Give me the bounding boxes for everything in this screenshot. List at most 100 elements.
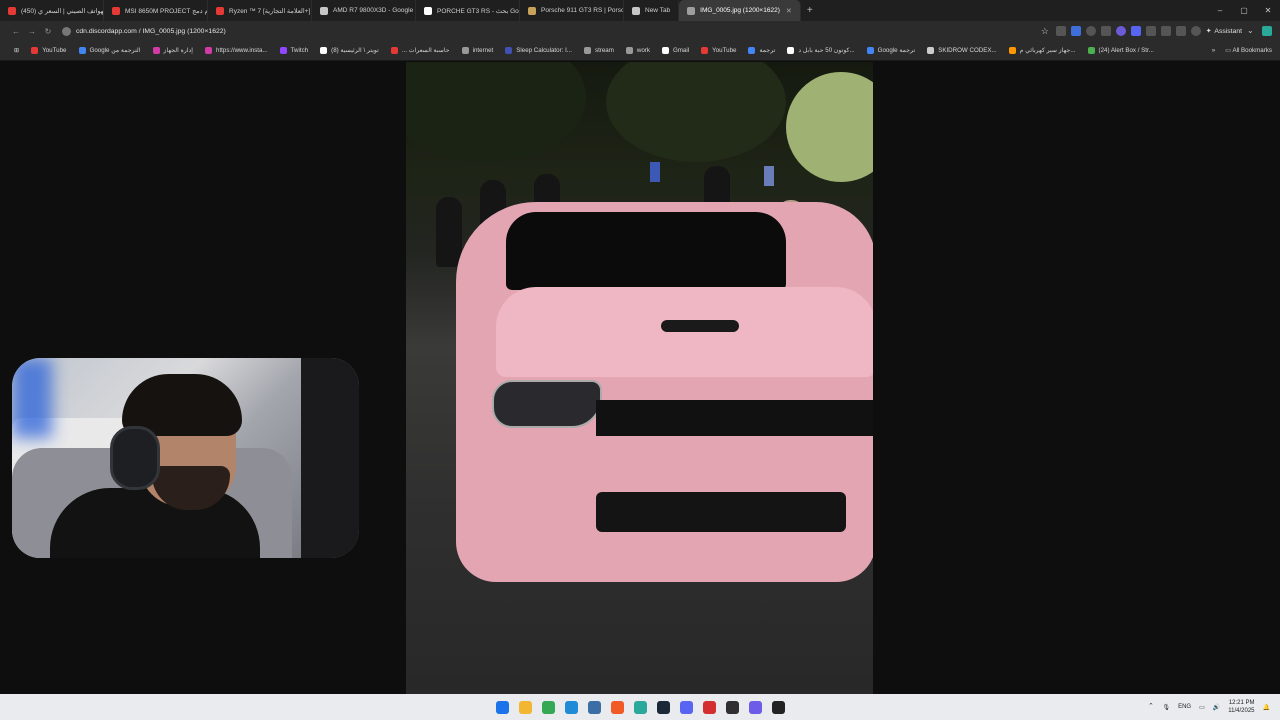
edge-icon[interactable] [564, 700, 578, 714]
address-bar[interactable]: cdn.discordapp.com / IMG_0005.jpg (1200×… [62, 26, 226, 36]
back-button[interactable]: ← [8, 27, 24, 36]
bookmark-item[interactable]: Sleep Calculator: I... [499, 47, 578, 54]
tray-chevron-icon[interactable]: ⌃ [1148, 694, 1154, 720]
bookmark-item[interactable]: Google ترجمة [861, 47, 922, 54]
reading-list-icon[interactable] [1175, 26, 1186, 36]
bookmark-item[interactable]: ترجمة [742, 47, 781, 54]
game-icon[interactable] [748, 700, 762, 714]
bookmark-item[interactable]: SKIDROW CODEX... [921, 47, 1002, 54]
reload-button[interactable]: ↻ [40, 27, 56, 36]
webcam-person-body [50, 488, 260, 558]
site-info-icon[interactable] [62, 26, 71, 36]
bookmark-item[interactable]: إدارة الجهاز [147, 47, 199, 54]
minimize-button[interactable]: – [1208, 0, 1232, 21]
browser-tab[interactable]: Ryzen ™ 7 [العلامة التجارية+] [208, 0, 312, 21]
bookmark-item[interactable]: YouTube [25, 47, 72, 54]
extension-purple-icon[interactable] [1115, 26, 1126, 36]
windows-start-icon[interactable] [495, 700, 509, 714]
apps-grid-icon[interactable]: ⊞ [8, 47, 25, 54]
bookmark-favicon-icon [1008, 47, 1016, 54]
bookmark-item[interactable]: work [620, 47, 656, 54]
bookmark-item[interactable]: YouTube [695, 47, 742, 54]
chevron-down-icon[interactable]: ⌄ [1247, 26, 1257, 36]
extension-discord-icon[interactable] [1130, 26, 1141, 36]
forward-button[interactable]: → [24, 27, 40, 36]
assistant-button[interactable]: ✦ Assistant [1206, 27, 1242, 36]
discord-icon[interactable] [679, 700, 693, 714]
bookmark-favicon-icon [461, 47, 469, 54]
bookmark-item[interactable]: Twitch [274, 47, 315, 54]
file-explorer-icon[interactable] [518, 700, 532, 714]
clock-date: 11/4/2025 [1228, 708, 1255, 714]
bookmark-item[interactable]: Google الترجمة من [73, 47, 147, 54]
car-photo[interactable] [406, 62, 873, 694]
clock[interactable]: 12:21 PM 11/4/2025 [1228, 699, 1254, 715]
bookmark-label: internet [472, 47, 494, 54]
system-tray: 🎙 ENG ▭ 🔊 12:21 PM 11/4/2025 🔔 [1162, 694, 1270, 720]
browser-tab[interactable]: (450) الهواتف الصيني | السعر ي... [0, 0, 104, 21]
car-headlight [492, 380, 602, 428]
edge-beta-icon[interactable] [633, 700, 647, 714]
image-viewer [0, 62, 1280, 694]
bookmark-item[interactable]: stream [578, 47, 620, 54]
brave-icon[interactable] [610, 700, 624, 714]
bookmark-favicon-icon [625, 47, 633, 54]
address-url[interactable]: cdn.discordapp.com / IMG_0005.jpg (1200×… [76, 28, 226, 35]
app-store-icon[interactable] [587, 700, 601, 714]
bookmark-item[interactable]: (8) تويتر \ الرئيسية [314, 47, 385, 54]
extensions-puzzle-icon[interactable] [1145, 26, 1156, 36]
obs-icon[interactable] [725, 700, 739, 714]
maximize-button[interactable]: ▢ [1232, 0, 1256, 21]
microphone-icon[interactable]: 🎙 [1162, 704, 1170, 711]
browser-tab[interactable]: PORCHE GT3 RS - بحث Googl... [416, 0, 520, 21]
tab-favicon-icon [632, 6, 640, 15]
chrome-icon[interactable] [541, 700, 555, 714]
close-tab-icon[interactable]: ✕ [786, 7, 792, 15]
tab-title: IMG_0005.jpg (1200×1622) [700, 7, 780, 14]
bookmark-favicon-icon [701, 47, 709, 54]
bookmark-label: إدارة الجهاز [163, 47, 194, 54]
bookmark-item[interactable]: Gmail [656, 47, 695, 54]
bookmark-item[interactable]: جهاز سير كهربائي م... [1003, 47, 1082, 54]
bookmark-star-icon[interactable]: ☆ [1041, 26, 1051, 36]
parking-sign-icon [650, 162, 660, 182]
headset-icon [110, 426, 160, 490]
extension-clipboard-icon[interactable] [1160, 26, 1171, 36]
browser-tab[interactable]: IMG_0005.jpg (1200×1622) ✕ [679, 0, 801, 21]
all-bookmarks-button[interactable]: ▭ All Bookmarks [1225, 47, 1272, 54]
steam-icon[interactable] [656, 700, 670, 714]
bookmarks-overflow-button[interactable]: » [1212, 47, 1215, 54]
extension-green-icon[interactable] [1262, 26, 1272, 36]
bookmark-item[interactable]: https://www.insta... [199, 47, 274, 54]
tab-favicon-icon [112, 6, 120, 15]
bookmark-favicon-icon [583, 47, 591, 54]
browser-tab[interactable]: MSI 8650M PROJECT أكام دمج [104, 0, 208, 21]
bookmark-item[interactable]: كوتون 50 حبة بابل د... [781, 47, 860, 54]
bookmark-label: stream [594, 47, 614, 54]
tab-favicon-icon [216, 6, 224, 15]
app-dark-icon[interactable] [771, 700, 785, 714]
browser-tab[interactable]: Porsche 911 GT3 RS | Porsche [520, 0, 624, 21]
extension-screen-icon[interactable] [1100, 26, 1111, 36]
bookmark-favicon-icon [31, 47, 39, 54]
network-icon[interactable]: ▭ [1199, 704, 1205, 711]
language-indicator[interactable]: ENG [1178, 704, 1191, 710]
notification-icon[interactable]: 🔔 [1263, 704, 1270, 711]
browser-tab[interactable]: AMD R7 9800X3D - Google S... [312, 0, 416, 21]
bookmark-item[interactable]: ... حاسبة السعرات [385, 47, 456, 54]
share-icon[interactable] [1055, 26, 1066, 36]
bookmark-label: ... حاسبة السعرات [401, 47, 450, 54]
new-tab-button[interactable]: + [801, 5, 819, 16]
bookmark-item[interactable]: (24) Alert Box / Str... [1082, 47, 1160, 54]
bookmark-favicon-icon [661, 47, 669, 54]
extension-translate-icon[interactable] [1070, 26, 1081, 36]
bookmark-label: كوتون 50 حبة بابل د... [798, 47, 855, 54]
bookmark-item[interactable]: internet [456, 47, 500, 54]
app-red-icon[interactable] [702, 700, 716, 714]
profile-avatar-icon[interactable] [1190, 26, 1201, 36]
browser-tab[interactable]: New Tab [624, 0, 680, 21]
taskbar: ⌃ 🎙 ENG ▭ 🔊 12:21 PM 11/4/2025 🔔 [0, 694, 1280, 720]
close-window-button[interactable]: ✕ [1256, 0, 1280, 21]
volume-icon[interactable]: 🔊 [1213, 704, 1220, 711]
extension-lock-icon[interactable] [1085, 26, 1096, 36]
